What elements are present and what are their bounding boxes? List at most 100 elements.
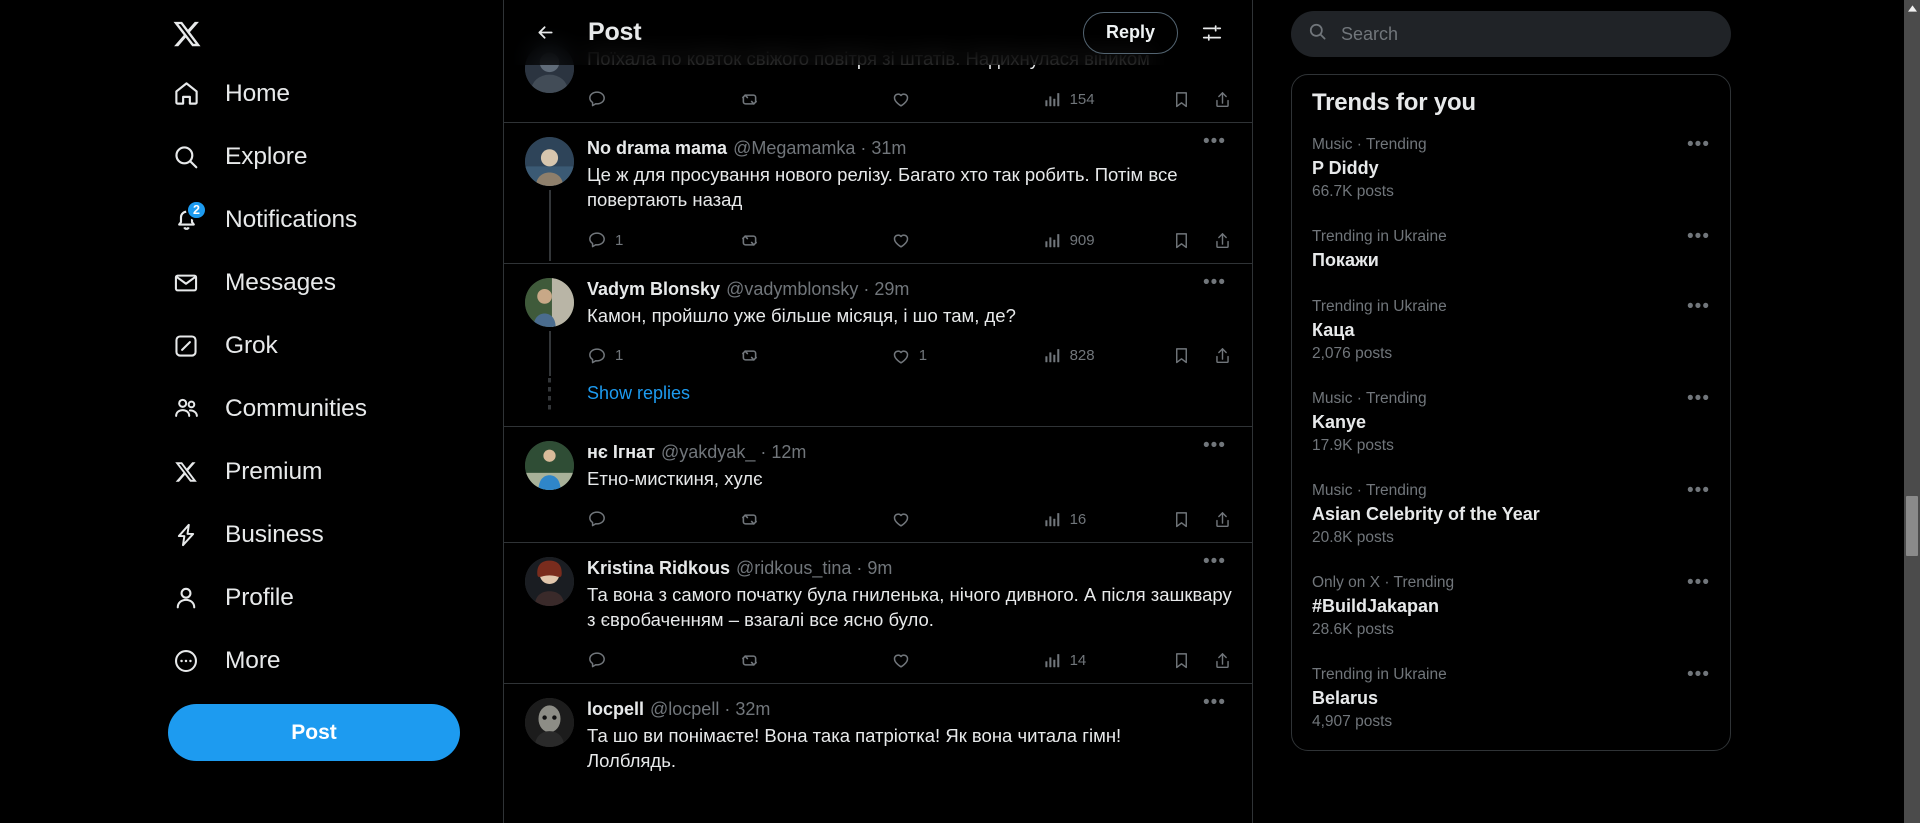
repost-action[interactable]: [739, 650, 891, 671]
views-action[interactable]: 828: [1043, 346, 1172, 365]
tweet[interactable]: No drama mama @Megamamka · 31m ••• Це ж …: [504, 121, 1252, 263]
trend-item[interactable]: Only on X · Trending #BuildJakapan 28.6K…: [1292, 560, 1730, 652]
bookmark-icon[interactable]: [1172, 90, 1191, 109]
tweet-more-icon[interactable]: •••: [1197, 132, 1232, 151]
timestamp[interactable]: 29m: [874, 278, 909, 301]
like-action[interactable]: [891, 230, 1043, 250]
avatar[interactable]: [525, 556, 574, 606]
views-action[interactable]: 14: [1043, 651, 1172, 670]
reply-action[interactable]: 1: [587, 230, 739, 250]
bookmark-icon[interactable]: [1172, 510, 1191, 529]
views-action[interactable]: 16: [1043, 510, 1172, 529]
reply-action[interactable]: [587, 650, 739, 670]
trend-more-icon[interactable]: •••: [1687, 572, 1710, 640]
search-box[interactable]: [1291, 11, 1731, 57]
trend-more-icon[interactable]: •••: [1687, 480, 1710, 548]
tweet-text: Та шо ви понімаєте! Вона така патріотка!…: [587, 724, 1122, 772]
sidebar-item-profile[interactable]: Profile: [168, 566, 503, 629]
trend-more-icon[interactable]: •••: [1687, 134, 1710, 202]
author-name[interactable]: No drama mama: [587, 137, 727, 160]
reply-action[interactable]: [587, 89, 739, 109]
bookmark-icon[interactable]: [1172, 231, 1191, 250]
author-handle[interactable]: @Megamamka: [733, 137, 855, 160]
sidebar-item-messages[interactable]: Messages: [168, 251, 503, 314]
repost-action[interactable]: [739, 230, 891, 251]
share-icon[interactable]: [1213, 510, 1232, 529]
like-action[interactable]: [891, 509, 1043, 529]
repost-action[interactable]: [739, 345, 891, 366]
author-name[interactable]: нє Ігнат: [587, 441, 655, 464]
sidebar-item-explore[interactable]: Explore: [168, 125, 503, 188]
reply-feed[interactable]: Поїхала по ковток свіжого повітря зі шта…: [504, 0, 1252, 823]
avatar[interactable]: [525, 277, 574, 327]
sidebar-item-business[interactable]: Business: [168, 503, 503, 566]
author-handle[interactable]: @vadymblonsky: [726, 278, 858, 301]
author-handle[interactable]: @locpell: [650, 698, 719, 721]
tweet[interactable]: нє Ігнат @yakdyak_ · 12m ••• Етно-мистки…: [504, 426, 1252, 542]
bookmark-icon[interactable]: [1172, 651, 1191, 670]
search-input[interactable]: [1341, 23, 1714, 45]
like-action[interactable]: [891, 89, 1043, 109]
views-action[interactable]: 154: [1043, 90, 1172, 109]
share-icon[interactable]: [1213, 346, 1232, 365]
timestamp[interactable]: 31m: [871, 137, 906, 160]
tweet-more-icon[interactable]: •••: [1197, 273, 1232, 292]
trend-more-icon[interactable]: •••: [1687, 388, 1710, 456]
trend-item[interactable]: Music · Trending Asian Celebrity of the …: [1292, 468, 1730, 560]
sidebar-item-home[interactable]: Home: [168, 62, 503, 125]
trend-more-icon[interactable]: •••: [1687, 664, 1710, 732]
timestamp[interactable]: 9m: [867, 557, 892, 580]
trend-item[interactable]: Trending in Ukraine Belarus 4,907 posts …: [1292, 652, 1730, 744]
tweet-more-icon[interactable]: •••: [1197, 436, 1232, 455]
tweet[interactable]: Kristina Ridkous @ridkous_tina · 9m ••• …: [504, 541, 1252, 683]
views-action[interactable]: 909: [1043, 231, 1172, 250]
tweet-more-icon[interactable]: •••: [1197, 693, 1232, 712]
author-name[interactable]: locpell: [587, 698, 644, 721]
avatar[interactable]: [525, 697, 574, 747]
sidebar-item-label: Explore: [225, 142, 308, 170]
page-scrollbar[interactable]: [1904, 0, 1920, 823]
author-name[interactable]: Vadym Blonsky: [587, 278, 720, 301]
trend-post-count: 20.8K posts: [1312, 529, 1394, 546]
trend-item[interactable]: Trending in Ukraine Каца 2,076 posts •••: [1292, 284, 1730, 376]
scrollbar-thumb[interactable]: [1906, 496, 1918, 556]
repost-action[interactable]: [739, 509, 891, 530]
trend-more-icon[interactable]: •••: [1687, 296, 1710, 364]
sidebar-item-premium[interactable]: Premium: [168, 440, 503, 503]
reply-action[interactable]: [587, 509, 739, 529]
timestamp[interactable]: 12m: [771, 441, 806, 464]
timestamp[interactable]: 32m: [735, 698, 770, 721]
trend-item[interactable]: Trending in Ukraine Покажи •••: [1292, 214, 1730, 284]
sidebar-item-communities[interactable]: Communities: [168, 377, 503, 440]
share-icon[interactable]: [1213, 90, 1232, 109]
show-replies-row[interactable]: Show replies: [504, 378, 1252, 426]
post-button[interactable]: Post: [168, 704, 460, 761]
trend-item[interactable]: Music · Trending P Diddy 66.7K posts •••: [1292, 122, 1730, 214]
sidebar-item-notifications[interactable]: 2 Notifications: [168, 188, 503, 251]
repost-action[interactable]: [739, 89, 891, 110]
avatar[interactable]: [525, 441, 574, 490]
reply-action[interactable]: 1: [587, 346, 739, 366]
avatar[interactable]: [525, 136, 574, 186]
back-arrow-icon[interactable]: [524, 12, 566, 54]
trend-item[interactable]: Music · Trending Kanye 17.9K posts •••: [1292, 376, 1730, 468]
scroll-up-arrow-icon[interactable]: [1904, 0, 1920, 16]
tweet-more-icon[interactable]: •••: [1197, 552, 1232, 571]
trend-more-icon[interactable]: •••: [1687, 226, 1710, 272]
x-logo-icon[interactable]: [168, 6, 230, 62]
bookmark-icon[interactable]: [1172, 346, 1191, 365]
share-icon[interactable]: [1213, 651, 1232, 670]
tweet[interactable]: locpell @locpell · 32m ••• Та шо ви поні…: [504, 682, 1252, 780]
sidebar-item-grok[interactable]: Grok: [168, 314, 503, 377]
display-settings-icon[interactable]: [1192, 13, 1232, 53]
reply-button[interactable]: Reply: [1082, 11, 1178, 54]
show-replies-link[interactable]: Show replies: [574, 380, 690, 410]
author-handle[interactable]: @ridkous_tina: [736, 557, 851, 580]
like-action[interactable]: 1: [891, 346, 1043, 366]
sidebar-item-more[interactable]: More: [168, 629, 503, 692]
share-icon[interactable]: [1213, 231, 1232, 250]
tweet[interactable]: Vadym Blonsky @vadymblonsky · 29m ••• Ка…: [504, 262, 1252, 379]
author-name[interactable]: Kristina Ridkous: [587, 557, 730, 580]
author-handle[interactable]: @yakdyak_: [661, 441, 755, 464]
like-action[interactable]: [891, 650, 1043, 670]
